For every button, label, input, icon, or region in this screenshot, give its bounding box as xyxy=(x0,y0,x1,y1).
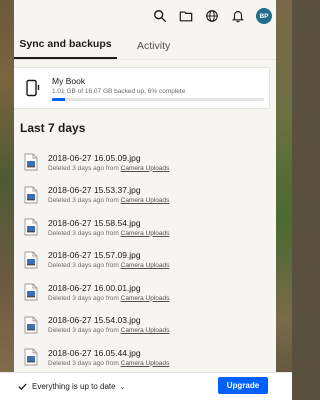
file-deleted-text: Deleted 3 days ago from xyxy=(48,229,121,237)
file-meta: Deleted 3 days ago from Camera Uploads xyxy=(48,230,169,237)
phone-backup-icon xyxy=(24,79,42,97)
image-file-icon xyxy=(24,153,38,171)
sync-content: My Book 1.01 GB of 16.07 GB backed up, 6… xyxy=(14,60,276,372)
tab-bar: Sync and backups Activity xyxy=(14,32,276,60)
image-file-icon xyxy=(24,348,38,366)
chevron-down-icon: ⌄ xyxy=(119,383,126,391)
image-file-icon xyxy=(24,218,38,236)
upgrade-button[interactable]: Upgrade xyxy=(218,377,268,394)
file-name: 2018-06-27 16.05.09.jpg xyxy=(48,152,141,163)
file-row[interactable]: 2018-06-27 15.57.09.jpg Deleted 3 days ag… xyxy=(14,244,276,277)
folder-link[interactable]: Camera Uploads xyxy=(121,197,170,204)
folder-link[interactable]: Camera Uploads xyxy=(121,262,170,269)
file-deleted-text: Deleted 3 days ago from xyxy=(48,164,121,172)
image-file-icon xyxy=(24,186,38,204)
file-row[interactable]: 2018-06-27 15.54.03.jpg Deleted 3 days ag… xyxy=(14,309,276,342)
file-deleted-text: Deleted 3 days ago from xyxy=(48,197,121,205)
sync-status-text: Everything is up to date xyxy=(32,382,116,391)
globe-icon[interactable] xyxy=(204,8,220,24)
desktop-wallpaper-left xyxy=(0,0,14,400)
file-meta: Deleted 3 days ago from Camera Uploads xyxy=(48,327,169,334)
desktop-wallpaper-right xyxy=(276,0,292,400)
file-name: 2018-06-27 15.53.37.jpg xyxy=(48,185,141,196)
file-meta: Deleted 3 days ago from Camera Uploads xyxy=(48,197,169,204)
folder-icon[interactable] xyxy=(178,8,194,24)
avatar[interactable]: BP xyxy=(256,8,272,24)
sync-panel: BP Sync and backups Activity My Book 1.0… xyxy=(14,0,276,372)
backup-progress-bar xyxy=(52,97,264,101)
section-title: Last 7 days xyxy=(20,121,86,135)
file-meta: Deleted 3 days ago from Camera Uploads xyxy=(48,295,169,302)
file-meta: Deleted 3 days ago from Camera Uploads xyxy=(48,165,169,172)
panel-header: BP xyxy=(14,0,276,32)
image-file-icon xyxy=(24,251,38,269)
file-meta: Deleted 3 days ago from Camera Uploads xyxy=(48,360,169,367)
search-icon[interactable] xyxy=(152,8,168,24)
file-row[interactable]: 2018-06-27 16.00.01.jpg Deleted 3 days ag… xyxy=(14,276,276,309)
file-row[interactable]: 2018-06-27 15.58.54.jpg Deleted 3 days ag… xyxy=(14,211,276,244)
tab-sync-and-backups[interactable]: Sync and backups xyxy=(14,38,117,59)
file-meta: Deleted 3 days ago from Camera Uploads xyxy=(48,262,169,269)
file-deleted-text: Deleted 3 days ago from xyxy=(48,262,121,270)
sync-status-dropdown[interactable]: Everything is up to date ⌄ xyxy=(18,382,125,391)
backup-device-card[interactable]: My Book 1.01 GB of 16.07 GB backed up, 6… xyxy=(14,67,270,109)
folder-link[interactable]: Camera Uploads xyxy=(121,295,170,302)
file-row[interactable]: 2018-06-27 15.53.37.jpg Deleted 3 days ag… xyxy=(14,179,276,212)
folder-link[interactable]: Camera Uploads xyxy=(121,360,170,367)
image-file-icon xyxy=(24,316,38,334)
file-deleted-text: Deleted 3 days ago from xyxy=(48,327,121,335)
file-deleted-text: Deleted 3 days ago from xyxy=(48,294,121,302)
folder-link[interactable]: Camera Uploads xyxy=(121,165,170,172)
file-name: 2018-06-27 15.58.54.jpg xyxy=(48,217,141,228)
folder-link[interactable]: Camera Uploads xyxy=(121,327,170,334)
bell-icon[interactable] xyxy=(230,8,246,24)
backup-progress-fill xyxy=(52,97,65,101)
backup-status: 1.01 GB of 16.07 GB backed up, 6% comple… xyxy=(52,87,186,95)
file-deleted-text: Deleted 3 days ago from xyxy=(48,359,121,367)
file-row[interactable]: 2018-06-27 16.05.44.jpg Deleted 3 days ag… xyxy=(14,341,276,372)
status-footer: Everything is up to date ⌄ Upgrade xyxy=(0,372,292,400)
check-icon xyxy=(18,383,27,391)
image-file-icon xyxy=(24,283,38,301)
file-name: 2018-06-27 16.05.44.jpg xyxy=(48,347,141,358)
file-row[interactable]: 2018-06-27 16.05.09.jpg Deleted 3 days ag… xyxy=(14,146,276,179)
file-list: 2018-06-27 16.05.09.jpg Deleted 3 days ag… xyxy=(14,146,276,372)
tab-activity[interactable]: Activity xyxy=(127,40,170,59)
file-name: 2018-06-27 15.54.03.jpg xyxy=(48,315,141,326)
folder-link[interactable]: Camera Uploads xyxy=(121,230,170,237)
file-name: 2018-06-27 15.57.09.jpg xyxy=(48,250,141,261)
file-name: 2018-06-27 16.00.01.jpg xyxy=(48,282,141,293)
device-name: My Book xyxy=(52,75,86,86)
